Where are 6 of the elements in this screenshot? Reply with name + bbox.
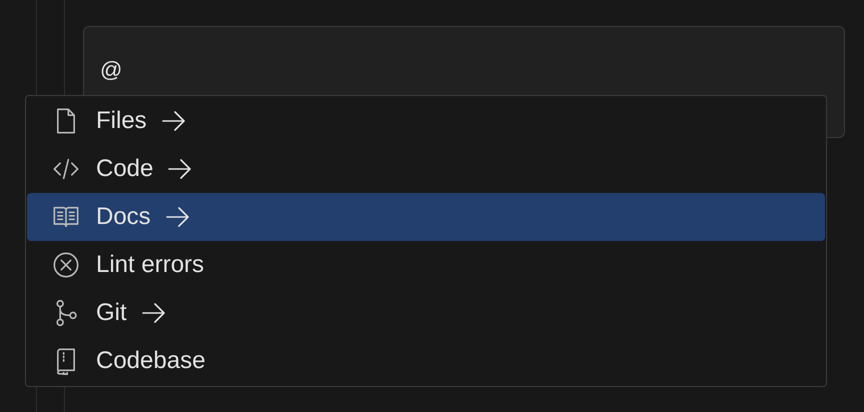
- menu-item[interactable]: Code: [27, 145, 825, 193]
- error-icon: [52, 251, 80, 279]
- menu-item[interactable]: Docs: [27, 193, 825, 241]
- menu-item[interactable]: Git: [27, 289, 825, 337]
- menu-item[interactable]: Codebase: [27, 337, 825, 385]
- menu-item[interactable]: Lint errors: [27, 241, 825, 289]
